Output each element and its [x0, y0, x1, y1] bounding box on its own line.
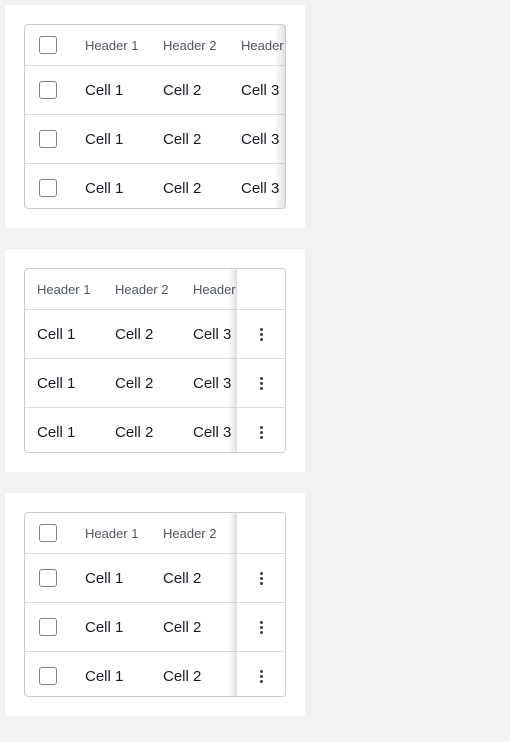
row-checkbox[interactable]: [39, 618, 57, 636]
sticky-actions-column: [236, 513, 285, 696]
more-vertical-icon[interactable]: [249, 615, 273, 639]
table-header-row: Header 1 Header 2 Header 3: [25, 25, 285, 65]
table-panel-3: Header 1 Header 2 Cell 1 Cell 2 Cell 1 C…: [5, 493, 305, 716]
table-cell: Cell 3: [193, 423, 232, 441]
table-cell: Cell 2: [163, 569, 202, 587]
table-cell: Cell 3: [193, 374, 232, 392]
row-checkbox[interactable]: [39, 81, 57, 99]
table-row[interactable]: Cell 1 Cell 2 Cell 3: [25, 65, 285, 114]
data-table-1: Header 1 Header 2 Header 3 Cell 1 Cell 2…: [24, 24, 286, 209]
column-header-2[interactable]: Header 2: [163, 513, 216, 553]
table-cell: Cell 2: [163, 179, 202, 197]
table-cell: Cell 3: [193, 325, 232, 343]
table-cell: Cell 1: [37, 374, 76, 392]
table-cell: Cell 1: [85, 618, 124, 636]
data-table-3: Header 1 Header 2 Cell 1 Cell 2 Cell 1 C…: [24, 512, 286, 697]
select-all-checkbox[interactable]: [39, 36, 57, 54]
row-checkbox[interactable]: [39, 569, 57, 587]
column-header-3[interactable]: Header 3: [193, 269, 237, 309]
actions-header-cell: [237, 269, 285, 309]
column-header-1[interactable]: Header 1: [37, 269, 90, 309]
table-cell: Cell 1: [37, 325, 76, 343]
table-cell: Cell 1: [85, 81, 124, 99]
table-cell: Cell 2: [115, 423, 154, 441]
more-vertical-icon[interactable]: [249, 322, 273, 346]
table-cell: Cell 1: [85, 667, 124, 685]
column-header-2[interactable]: Header 2: [163, 25, 216, 65]
more-vertical-icon[interactable]: [249, 371, 273, 395]
horizontal-scroll-shadow: [275, 25, 285, 208]
table-cell: Cell 1: [85, 569, 124, 587]
table-row[interactable]: Cell 1 Cell 2 Cell 3: [25, 163, 285, 208]
row-checkbox[interactable]: [39, 130, 57, 148]
row-checkbox[interactable]: [39, 667, 57, 685]
table-cell: Cell 1: [37, 423, 76, 441]
column-header-1[interactable]: Header 1: [85, 25, 138, 65]
data-table-2: Header 1 Header 2 Header 3 Cell 1 Cell 2…: [24, 268, 286, 453]
actions-header-cell: [237, 513, 285, 553]
table-cell: Cell 2: [115, 374, 154, 392]
table-row[interactable]: Cell 1 Cell 2 Cell 3: [25, 114, 285, 163]
column-header-2[interactable]: Header 2: [115, 269, 168, 309]
select-all-checkbox[interactable]: [39, 524, 57, 542]
row-checkbox[interactable]: [39, 179, 57, 197]
table-cell: Cell 2: [115, 325, 154, 343]
more-vertical-icon[interactable]: [249, 664, 273, 688]
more-vertical-icon[interactable]: [249, 420, 273, 444]
table-cell: Cell 2: [163, 667, 202, 685]
column-header-1[interactable]: Header 1: [85, 513, 138, 553]
table-cell: Cell 1: [85, 130, 124, 148]
more-vertical-icon[interactable]: [249, 566, 273, 590]
table-cell: Cell 2: [163, 618, 202, 636]
table-panel-1: Header 1 Header 2 Header 3 Cell 1 Cell 2…: [5, 5, 305, 228]
table-cell: Cell 2: [163, 130, 202, 148]
table-cell: Cell 1: [85, 179, 124, 197]
sticky-actions-column: [236, 269, 285, 452]
table-cell: Cell 2: [163, 81, 202, 99]
table-panel-2: Header 1 Header 2 Header 3 Cell 1 Cell 2…: [5, 249, 305, 472]
